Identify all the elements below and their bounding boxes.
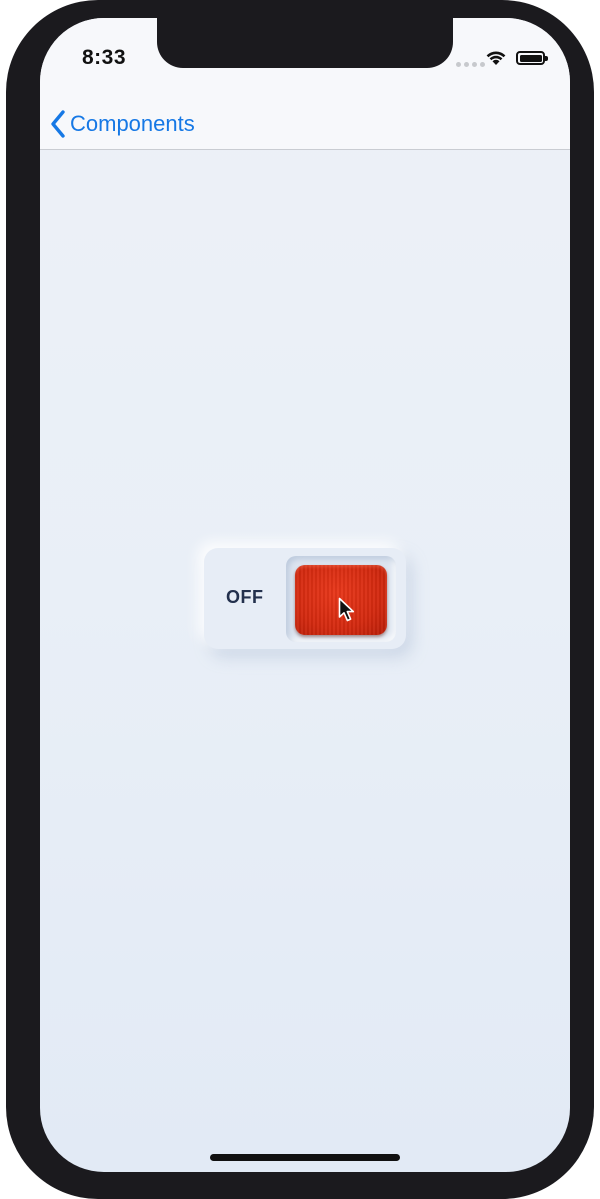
wifi-icon — [486, 51, 506, 65]
screen: 8:33 Components OFF — [40, 18, 570, 1172]
power-button — [586, 255, 594, 397]
rocker-switch[interactable]: OFF — [204, 548, 406, 649]
switch-state-label: OFF — [226, 587, 264, 607]
switch-knob[interactable] — [295, 565, 387, 635]
chevron-left-icon — [51, 110, 65, 138]
content-area: OFF — [40, 150, 570, 1172]
volume-down-button — [6, 352, 14, 438]
back-button-label: Components — [70, 111, 195, 136]
volume-up-button — [6, 255, 14, 341]
home-indicator[interactable] — [210, 1154, 400, 1161]
mute-switch — [6, 165, 14, 215]
switch-track — [286, 556, 396, 642]
navigation-bar: Components — [40, 98, 570, 150]
cellular-signal-icon — [456, 62, 485, 67]
back-button[interactable]: Components — [50, 104, 195, 144]
notch — [157, 18, 453, 68]
battery-full-icon — [516, 51, 548, 65]
phone-frame: 8:33 Components OFF — [6, 0, 594, 1199]
mouse-pointer-icon — [338, 597, 355, 622]
status-time: 8:33 — [82, 46, 127, 69]
